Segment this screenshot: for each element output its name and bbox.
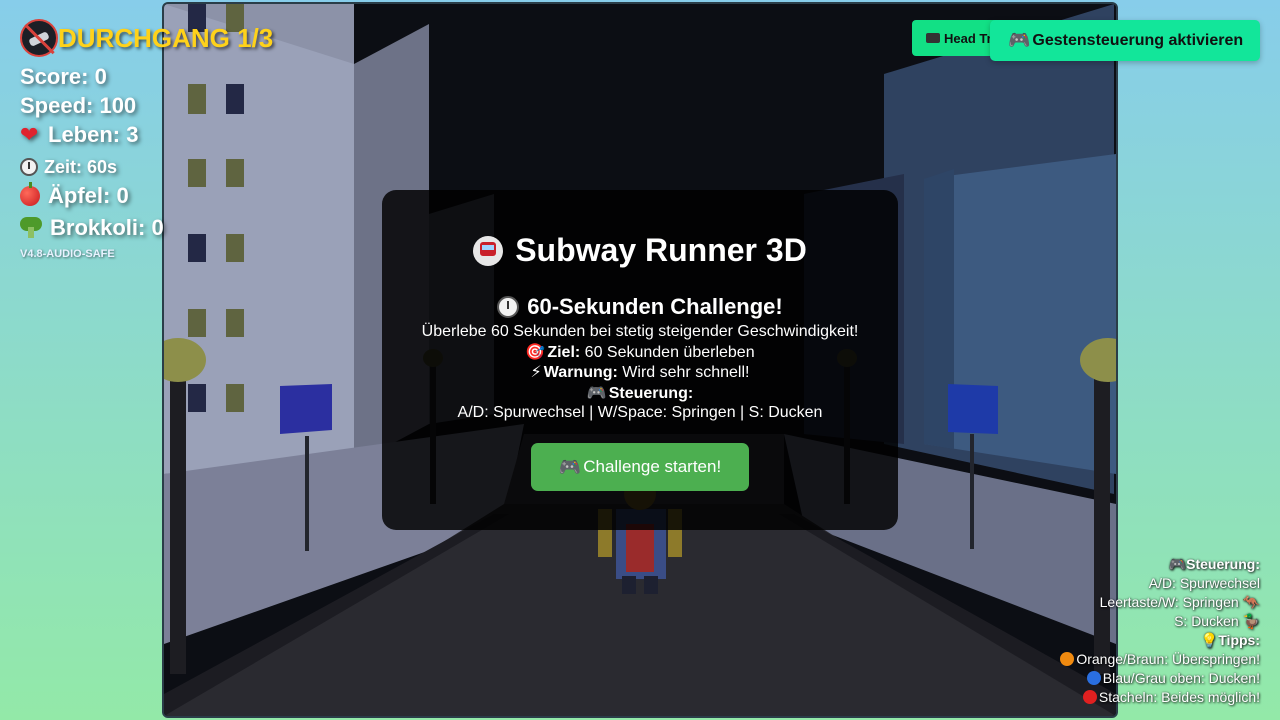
train-icon <box>473 235 504 266</box>
gesture-control-label: Gestensteuerung aktivieren <box>1032 31 1244 49</box>
start-challenge-button[interactable]: 🎮 Challenge starten! <box>531 443 749 491</box>
dialog-title: Subway Runner 3D <box>382 232 898 269</box>
broccoli-icon <box>20 216 42 239</box>
broccoli-display: Brokkoli: 0 <box>20 213 170 242</box>
dialog-controls-text: A/D: Spurwechsel | W/Space: Springen | S… <box>457 404 823 421</box>
goal-label: Ziel: <box>547 344 581 361</box>
dialog-title-text: Subway Runner 3D <box>515 232 807 268</box>
tip-blue: Blau/Grau oben: Ducken! <box>1060 669 1260 688</box>
hint-jump: Leertaste/W: Springen 🦘 <box>1099 594 1260 610</box>
hint-duck: S: Ducken 🦆 <box>1174 613 1260 629</box>
hints-controls-header: 🎮Steuerung: <box>1168 556 1260 572</box>
dialog-goal: 🎯 Ziel: 60 Sekunden überleben <box>382 343 898 363</box>
heart-icon: ❤ <box>20 122 39 147</box>
speed-display: Speed: 100 <box>20 93 137 118</box>
dialog-controls-heading: 🎮 Steuerung: <box>382 384 898 404</box>
tip-orange: Orange/Braun: Überspringen! <box>1060 650 1260 669</box>
blue-dot-icon <box>1086 671 1101 685</box>
controls-hints: 🎮Steuerung: A/D: Spurwechsel Leertaste/W… <box>1060 555 1260 707</box>
controls-label: Steuerung: <box>608 385 694 402</box>
hints-tips-header: 💡Tipps: <box>1200 632 1260 648</box>
hint-lane-change: A/D: Spurwechsel <box>1148 575 1260 591</box>
dialog-subtitle: 60-Sekunden Challenge! <box>382 294 898 320</box>
start-challenge-label: Challenge starten! <box>583 457 722 476</box>
camera-icon <box>926 33 940 43</box>
level-indicator: DURCHGANG 1/3 <box>20 18 273 58</box>
kangaroo-icon: 🦘 <box>1242 594 1260 610</box>
stopwatch-icon <box>497 296 520 318</box>
dialog-subtitle-text: 60-Sekunden Challenge! <box>527 294 783 319</box>
time-label: Zeit: 60s <box>44 157 118 177</box>
broccoli-label: Brokkoli: 0 <box>50 215 164 240</box>
no-car-icon <box>20 19 58 57</box>
target-icon: 🎯 <box>525 344 546 361</box>
warning-text: Wird sehr schnell! <box>617 364 750 381</box>
orange-dot-icon <box>1060 652 1075 666</box>
start-dialog: Subway Runner 3D 60-Sekunden Challenge! … <box>382 190 898 530</box>
hud-panel: DURCHGANG 1/3 Score: 0 Speed: 100 ❤ Lebe… <box>20 18 273 260</box>
gamepad-icon: 🎮 <box>586 385 607 402</box>
dialog-description: Überlebe 60 Sekunden bei stetig steigend… <box>421 323 859 340</box>
lives-display: ❤ Leben: 3 <box>20 120 170 149</box>
version-label: V4.8-AUDIO-SAFE <box>20 248 115 260</box>
time-display: Zeit: 60s <box>20 153 170 181</box>
apple-icon <box>20 181 40 206</box>
lives-label: Leben: 3 <box>48 122 139 147</box>
level-label: DURCHGANG 1/3 <box>58 22 274 53</box>
lightning-icon: ⚡ <box>530 364 542 381</box>
gamepad-icon: 🎮 <box>1008 30 1031 50</box>
apples-label: Äpfel: 0 <box>48 183 129 208</box>
apples-display: Äpfel: 0 <box>20 181 170 210</box>
duck-icon: 🦆 <box>1242 613 1260 629</box>
tip-red: Stacheln: Beides möglich! <box>1060 688 1260 707</box>
dialog-warning: ⚡ Warnung: Wird sehr schnell! <box>382 363 898 383</box>
stopwatch-icon <box>20 158 38 176</box>
gesture-control-button[interactable]: 🎮 Gestensteuerung aktivieren <box>990 20 1260 61</box>
gamepad-icon: 🎮 <box>1168 556 1187 572</box>
warning-label: Warnung: <box>543 364 618 381</box>
score-display: Score: 0 <box>20 64 107 89</box>
goal-text: 60 Sekunden überleben <box>580 344 755 361</box>
red-dot-icon <box>1082 690 1097 704</box>
lightbulb-icon: 💡 <box>1200 632 1219 648</box>
gamepad-icon: 🎮 <box>558 456 582 477</box>
